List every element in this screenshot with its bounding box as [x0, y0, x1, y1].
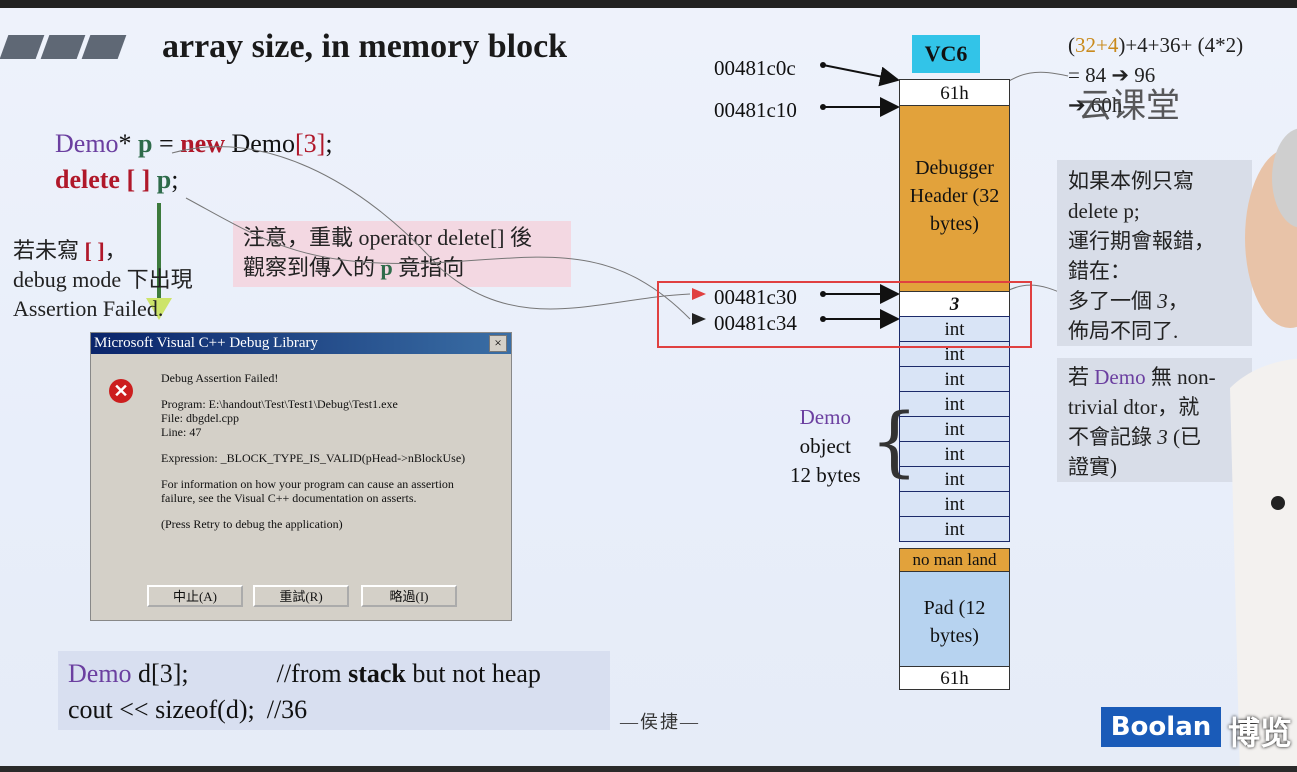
bottom-bar [0, 766, 1297, 772]
top-bar [0, 0, 1297, 8]
memory-pad: Pad (12 bytes) [899, 571, 1010, 667]
right-note-1: 如果本例只寫 delete p; 運行期會報錯， 錯在： 多了一個 3， 佈局不… [1068, 169, 1215, 343]
memory-cell-bottom: 61h [899, 666, 1010, 690]
right-note-2: 若 Demo 無 non- trivial dtor，就 不會記錄 3 (已 證… [1068, 365, 1216, 479]
memory-int-cell: int [899, 366, 1010, 392]
vc6-label: VC6 [912, 35, 980, 73]
highlight-box [657, 281, 1032, 348]
brand-logo-cn: 博览 [1228, 715, 1293, 751]
slide: array size, in memory block Demo* p = ne… [0, 8, 1297, 766]
memory-no-man-land: no man land [899, 548, 1010, 572]
brace-icon: { [870, 396, 919, 485]
demo-object-label: Demo object 12 bytes [790, 405, 861, 487]
presenter-image [1230, 128, 1297, 766]
memory-int-cell: int [899, 516, 1010, 542]
brand-logo: Boolan [1101, 707, 1221, 747]
watermark: 云课堂 [1078, 86, 1180, 126]
memory-debugger-header: Debugger Header (32 bytes) [899, 105, 1010, 292]
memory-int-cell: int [899, 491, 1010, 517]
memory-cell-top: 61h [899, 79, 1010, 106]
